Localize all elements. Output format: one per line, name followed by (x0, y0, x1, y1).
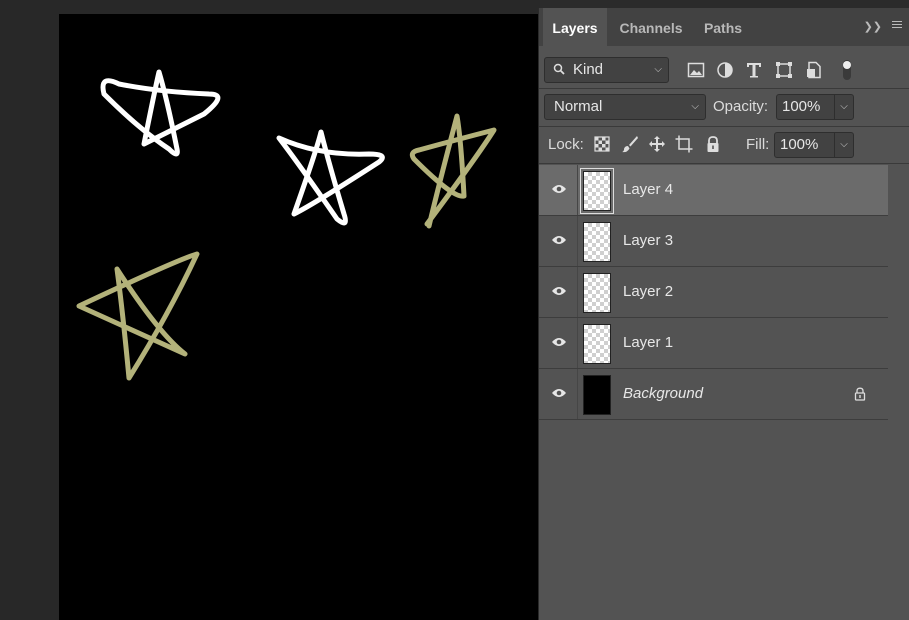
hamburger-menu-icon[interactable] (892, 21, 902, 30)
layer-row-layer-3[interactable]: Layer 3 (539, 216, 888, 267)
layer-name[interactable]: Layer 4 (623, 181, 673, 198)
blend-mode-dropdown[interactable]: Normal ⌵ (544, 94, 706, 120)
type-filter-icon[interactable] (745, 61, 763, 79)
fill-value: 100% (780, 136, 819, 153)
layer-row-background[interactable]: Background (539, 369, 888, 420)
tab-layers[interactable]: Layers (543, 8, 607, 46)
opacity-value: 100% (782, 98, 821, 115)
layer-thumbnail (583, 375, 611, 415)
eye-icon[interactable] (551, 234, 567, 246)
layer-name[interactable]: Layer 3 (623, 232, 673, 249)
filter-kind-label: Kind (573, 61, 604, 78)
layer-row-layer-1[interactable]: Layer 1 (539, 318, 888, 369)
shape-filter-icon[interactable] (775, 61, 793, 79)
white-star-1 (100, 69, 221, 157)
layer-name[interactable]: Background (623, 385, 703, 402)
lock-image-pixels-icon[interactable] (621, 135, 639, 153)
eye-icon[interactable] (551, 285, 567, 297)
lock-label: Lock: (548, 136, 584, 153)
filter-kind-dropdown[interactable]: Kind ⌵ (544, 57, 669, 83)
olive-star-2 (76, 251, 200, 381)
eye-icon[interactable] (551, 336, 567, 348)
filter-toggle-icon[interactable] (840, 58, 854, 82)
layer-thumbnail (580, 168, 614, 214)
lock-transparent-pixels-icon[interactable] (593, 135, 611, 153)
olive-star-1 (409, 113, 497, 229)
fill-label: Fill: (746, 136, 770, 153)
layers-panel: Layers Channels Paths ❯❯ Kind ⌵ Normal ⌵… (538, 8, 909, 620)
layer-thumbnail (583, 324, 611, 364)
layer-thumbnail (583, 273, 611, 313)
smart-object-filter-icon[interactable] (805, 61, 823, 79)
double-chevron-right-icon[interactable]: ❯❯ (864, 20, 882, 33)
search-icon (553, 63, 565, 75)
tab-paths[interactable]: Paths (695, 8, 751, 46)
blend-mode-value: Normal (554, 98, 603, 115)
lock-artboard-icon[interactable] (675, 135, 693, 153)
panel-tab-bar: Layers Channels Paths ❯❯ (539, 8, 909, 46)
opacity-label: Opacity: (713, 98, 769, 115)
fill-field[interactable]: 100% ⌵ (774, 132, 854, 158)
layer-row-layer-4[interactable]: Layer 4 (539, 165, 888, 216)
lock-all-icon[interactable] (704, 135, 722, 153)
chevron-down-icon[interactable]: ⌵ (834, 95, 853, 119)
layers-scrollbar[interactable] (888, 165, 909, 620)
canvas-drawing (76, 69, 497, 381)
image-filter-icon[interactable] (687, 61, 705, 79)
layer-row-layer-2[interactable]: Layer 2 (539, 267, 888, 318)
chevron-down-icon[interactable]: ⌵ (834, 133, 853, 157)
lock-position-icon[interactable] (648, 135, 666, 153)
chevron-down-icon: ⌵ (654, 64, 662, 75)
white-star-2 (276, 129, 385, 226)
chevron-down-icon: ⌵ (691, 101, 699, 112)
eye-icon[interactable] (551, 387, 567, 399)
adjustment-filter-icon[interactable] (716, 61, 734, 79)
tab-channels[interactable]: Channels (611, 8, 691, 46)
opacity-field[interactable]: 100% ⌵ (776, 94, 854, 120)
eye-icon[interactable] (551, 183, 567, 195)
layer-thumbnail (583, 222, 611, 262)
document-canvas[interactable] (59, 14, 539, 620)
layer-name[interactable]: Layer 2 (623, 283, 673, 300)
layer-name[interactable]: Layer 1 (623, 334, 673, 351)
lock-icon[interactable] (854, 387, 866, 401)
